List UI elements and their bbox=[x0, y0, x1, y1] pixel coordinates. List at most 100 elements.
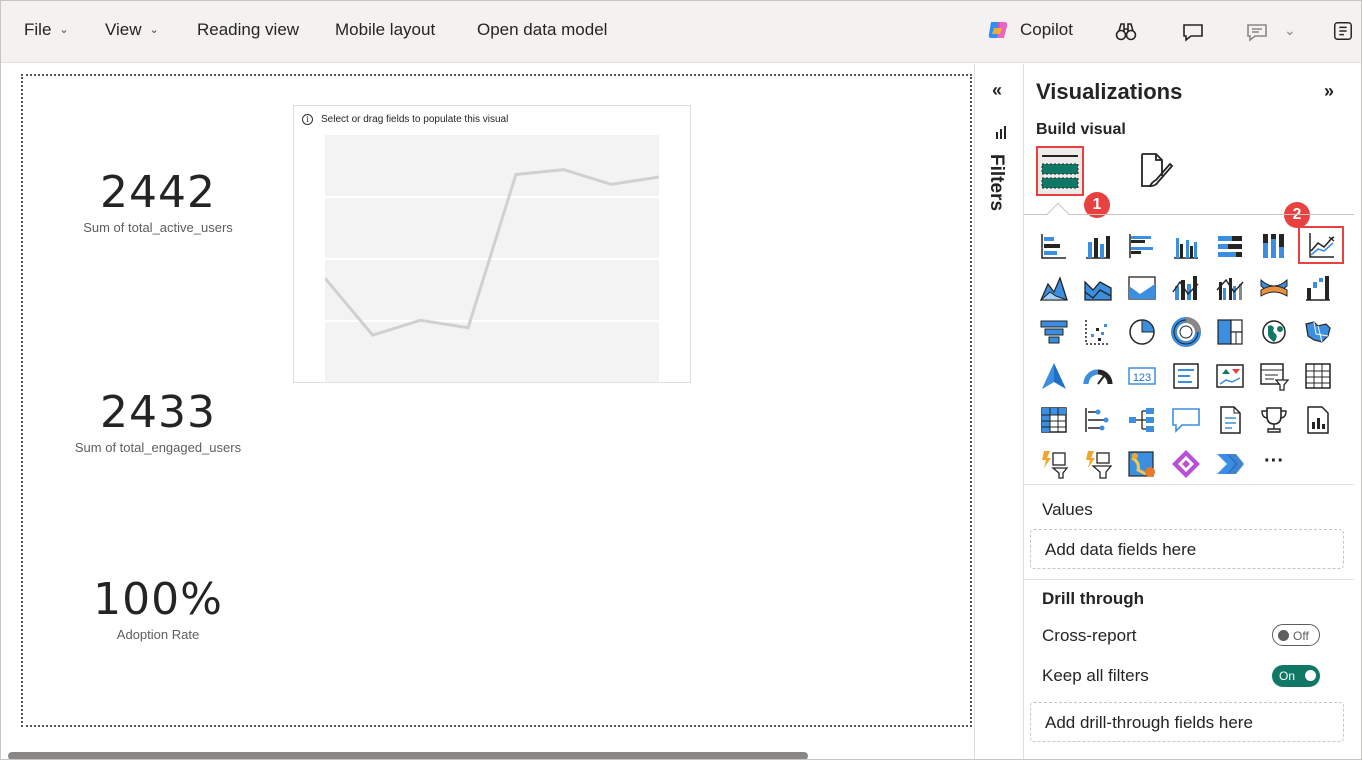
cross-report-label: Cross-report bbox=[1042, 626, 1137, 645]
format-visual-tab[interactable] bbox=[1130, 146, 1178, 196]
view-menu-label: View bbox=[105, 20, 142, 39]
filter-icon bbox=[995, 126, 1007, 145]
100-stacked-bar-chart-icon[interactable] bbox=[1212, 228, 1248, 264]
donut-chart-icon[interactable] bbox=[1168, 314, 1204, 350]
keep-all-filters-label: Keep all filters bbox=[1042, 666, 1149, 685]
drill-through-field-well[interactable]: Add drill-through fields here bbox=[1030, 702, 1344, 742]
values-placeholder: Add data fields here bbox=[1045, 540, 1197, 559]
power-apps-icon[interactable] bbox=[1036, 446, 1072, 482]
waterfall-chart-icon[interactable] bbox=[1300, 270, 1336, 306]
toggle-state: Off bbox=[1293, 629, 1309, 643]
pie-chart-icon[interactable] bbox=[1124, 314, 1160, 350]
kpi-label: Adoption Rate bbox=[116, 627, 200, 642]
chevron-down-icon: ⌄ bbox=[149, 24, 159, 36]
map-icon[interactable] bbox=[1256, 314, 1292, 350]
gauge-icon[interactable] bbox=[1080, 358, 1116, 394]
comment-icon[interactable] bbox=[1181, 20, 1205, 44]
100-stacked-area-chart-icon[interactable] bbox=[1124, 270, 1160, 306]
panel-icon[interactable] bbox=[1332, 20, 1356, 44]
power-apps-visual-icon[interactable] bbox=[1168, 446, 1204, 482]
funnel-chart-icon[interactable] bbox=[1036, 314, 1072, 350]
build-visual-icon bbox=[1041, 155, 1079, 189]
azure-map-icon[interactable] bbox=[1036, 358, 1072, 394]
key-influencers-icon[interactable] bbox=[1124, 402, 1160, 438]
copilot-label: Copilot bbox=[1020, 20, 1073, 39]
toggle-state: On bbox=[1279, 669, 1296, 683]
kpi-card-active-users[interactable]: 2442 Sum of total_active_users bbox=[48, 167, 268, 235]
kpi-value: 2442 bbox=[100, 167, 216, 218]
collapse-pane-button[interactable]: » bbox=[1324, 81, 1334, 102]
kpi-card-engaged-users[interactable]: 2433 Sum of total_engaged_users bbox=[48, 387, 268, 455]
svg-text:123: 123 bbox=[1133, 372, 1151, 384]
report-canvas: 2442 Sum of total_active_users 2433 Sum … bbox=[0, 64, 974, 760]
kpi-value: 100% bbox=[93, 574, 223, 625]
matrix-icon[interactable] bbox=[1036, 402, 1072, 438]
cross-report-toggle[interactable]: Off bbox=[1272, 624, 1320, 646]
treemap-icon[interactable] bbox=[1212, 314, 1248, 350]
stacked-bar-chart-icon[interactable] bbox=[1036, 228, 1072, 264]
feedback-icon[interactable] bbox=[1245, 20, 1269, 44]
mobile-layout-button[interactable]: Mobile layout bbox=[335, 20, 435, 40]
line-and-stacked-column-chart-icon[interactable] bbox=[1168, 270, 1204, 306]
kpi-label: Sum of total_active_users bbox=[83, 220, 233, 235]
toggle-knob bbox=[1278, 630, 1289, 641]
expand-filters-button[interactable]: « bbox=[992, 80, 1002, 101]
annotation-badge-2: 2 bbox=[1284, 202, 1310, 228]
placeholder-chart-area bbox=[323, 135, 660, 382]
kpi-value: 2433 bbox=[100, 387, 216, 438]
100-stacked-column-chart-icon[interactable] bbox=[1256, 228, 1292, 264]
qna-icon[interactable] bbox=[1168, 402, 1204, 438]
view-menu[interactable]: View ⌄ bbox=[105, 20, 159, 40]
decomposition-tree-icon[interactable] bbox=[1080, 402, 1116, 438]
format-paintbrush-icon bbox=[1141, 153, 1174, 187]
stacked-area-chart-icon[interactable] bbox=[1080, 270, 1116, 306]
visual-hint-text: Select or drag fields to populate this v… bbox=[321, 114, 509, 125]
menubar: File ⌄ View ⌄ Reading view Mobile layout O… bbox=[0, 0, 1362, 63]
reading-view-button[interactable]: Reading view bbox=[197, 20, 299, 40]
values-field-well[interactable]: Add data fields here bbox=[1030, 529, 1344, 569]
section-divider bbox=[1024, 579, 1354, 580]
horizontal-scrollbar[interactable] bbox=[8, 752, 808, 760]
tab-underline bbox=[1024, 214, 1354, 215]
file-menu[interactable]: File ⌄ bbox=[24, 20, 69, 40]
drill-through-placeholder: Add drill-through fields here bbox=[1045, 713, 1253, 732]
filters-pane: « Filters bbox=[974, 64, 1024, 760]
scatter-chart-icon[interactable] bbox=[1080, 314, 1116, 350]
slicer-icon[interactable] bbox=[1256, 358, 1292, 394]
more-visuals-button[interactable]: ··· bbox=[1256, 446, 1292, 482]
kpi-card-adoption-rate[interactable]: 100% Adoption Rate bbox=[48, 574, 268, 642]
section-divider bbox=[1024, 484, 1354, 485]
values-label: Values bbox=[1042, 500, 1093, 519]
table-icon[interactable] bbox=[1300, 358, 1336, 394]
stacked-column-chart-icon[interactable] bbox=[1080, 228, 1116, 264]
build-visual-label: Build visual bbox=[1036, 121, 1126, 138]
trophy-icon[interactable] bbox=[1256, 402, 1292, 438]
copilot-button[interactable]: Copilot bbox=[986, 18, 1073, 42]
power-automate-visual-icon[interactable] bbox=[1212, 446, 1248, 482]
paginated-report-icon[interactable] bbox=[1300, 402, 1336, 438]
binoculars-icon[interactable] bbox=[1114, 20, 1138, 44]
empty-visual-placeholder[interactable]: i Select or drag fields to populate this… bbox=[293, 105, 691, 383]
ribbon-chart-icon[interactable] bbox=[1256, 270, 1292, 306]
clustered-column-chart-icon[interactable] bbox=[1168, 228, 1204, 264]
visualizations-title: Visualizations bbox=[1036, 79, 1183, 104]
chevron-down-icon[interactable]: ⌄ bbox=[1284, 22, 1308, 46]
placeholder-line-chart bbox=[323, 168, 660, 337]
card-icon[interactable]: 123 bbox=[1124, 358, 1160, 394]
keep-all-filters-toggle[interactable]: On bbox=[1272, 665, 1320, 687]
arcgis-map-icon[interactable] bbox=[1124, 446, 1160, 482]
build-visual-tab[interactable] bbox=[1036, 146, 1084, 196]
clustered-bar-chart-icon[interactable] bbox=[1124, 228, 1160, 264]
filters-label[interactable]: Filters bbox=[985, 154, 1007, 211]
filled-map-icon[interactable] bbox=[1300, 314, 1336, 350]
toggle-knob bbox=[1305, 670, 1316, 681]
smart-narrative-icon[interactable] bbox=[1212, 402, 1248, 438]
line-and-clustered-column-chart-icon[interactable] bbox=[1212, 270, 1248, 306]
area-chart-icon[interactable] bbox=[1036, 270, 1072, 306]
power-automate-icon[interactable] bbox=[1080, 446, 1116, 482]
drill-through-title: Drill through bbox=[1042, 589, 1144, 608]
multi-row-card-icon[interactable] bbox=[1168, 358, 1204, 394]
open-data-model-button[interactable]: Open data model bbox=[477, 20, 607, 40]
kpi-icon[interactable] bbox=[1212, 358, 1248, 394]
line-chart-icon[interactable] bbox=[1298, 226, 1344, 264]
